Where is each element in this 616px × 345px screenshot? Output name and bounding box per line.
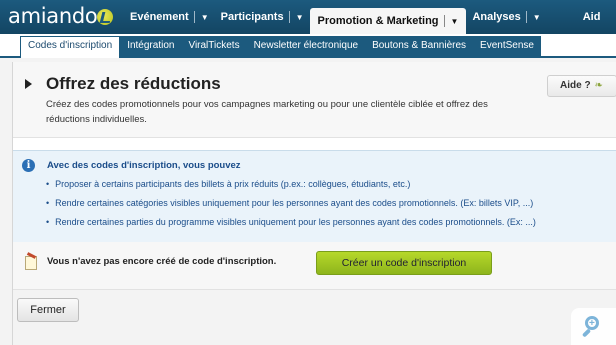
sub-navigation: Codes d'inscription Intégration ViralTic… (0, 34, 616, 58)
list-item: Proposer à certains participants des bil… (46, 179, 616, 198)
info-title: Avec des codes d'inscription, vous pouve… (47, 160, 241, 171)
chevron-down-icon[interactable]: ▼ (451, 17, 459, 26)
nav-label: Participants (220, 11, 284, 23)
content-panel: Offrez des réductions Créez des codes pr… (12, 62, 616, 345)
nav-separator (443, 15, 445, 27)
page-description: Créez des codes promotionnels pour vos c… (46, 99, 488, 125)
page-title: Offrez des réductions (46, 74, 221, 93)
nav-item-participants[interactable]: Participants ▼ (215, 0, 310, 34)
list-item: Rendre certaines catégories visibles uni… (46, 198, 616, 217)
amiando-logo[interactable]: amiando (8, 4, 98, 28)
info-list: Proposer à certains participants des bil… (46, 179, 616, 236)
main-nav: Evénement ▼ Participants ▼ Promotion & M… (124, 0, 606, 34)
close-button[interactable]: Fermer (17, 298, 79, 322)
chevron-down-icon[interactable]: ▼ (296, 13, 304, 22)
nav-label: Aid (582, 11, 601, 23)
logo-mark-icon (97, 9, 113, 25)
nav-item-analyses[interactable]: Analyses ▼ (466, 0, 546, 34)
nav-label: Analyses (472, 11, 521, 23)
tab-newsletter[interactable]: Newsletter électronique (246, 36, 366, 56)
empty-state-message: Vous n'avez pas encore créé de code d'in… (47, 256, 277, 267)
empty-state-row: Vous n'avez pas encore créé de code d'in… (13, 242, 616, 290)
section-header: Offrez des réductions Créez des codes pr… (13, 62, 616, 138)
triangle-right-icon[interactable] (25, 79, 32, 89)
subtab-list: Codes d'inscription Intégration ViralTic… (20, 36, 541, 58)
tab-viraltickets[interactable]: ViralTickets (181, 36, 247, 56)
nav-item-evenement[interactable]: Evénement ▼ (124, 0, 215, 34)
tab-codes-inscription[interactable]: Codes d'inscription (20, 36, 121, 58)
zoom-badge[interactable]: + (571, 308, 616, 345)
footer-row: Fermer (13, 290, 616, 345)
top-navigation-bar: amiando Evénement ▼ Participants ▼ Promo… (0, 0, 616, 34)
tab-eventsense[interactable]: EventSense (473, 36, 541, 56)
list-item: Rendre certaines parties du programme vi… (46, 217, 616, 236)
chevron-down-icon[interactable]: ▼ (201, 13, 209, 22)
create-code-button[interactable]: Créer un code d'inscription (316, 251, 492, 275)
nav-separator (288, 11, 290, 23)
magnifier-handle (581, 328, 592, 338)
help-leaf-icon: ❧ (594, 80, 603, 91)
chevron-down-icon[interactable]: ▼ (533, 13, 541, 22)
help-button-label: Aide ? (560, 80, 591, 91)
note-pencil-icon (24, 254, 37, 270)
nav-item-aide[interactable]: Aid (577, 0, 607, 34)
nav-item-promotion-marketing[interactable]: Promotion & Marketing ▼ (309, 8, 467, 34)
nav-separator (525, 11, 527, 23)
help-button[interactable]: Aide ? ❧ (547, 75, 616, 97)
nav-separator (193, 11, 195, 23)
info-icon: i (22, 159, 35, 172)
nav-label: Evénement (130, 11, 189, 23)
nav-label: Promotion & Marketing (317, 15, 439, 27)
tab-integration[interactable]: Intégration (120, 36, 182, 56)
plus-icon: + (589, 318, 595, 329)
tab-boutons-bannieres[interactable]: Boutons & Bannières (365, 36, 474, 56)
